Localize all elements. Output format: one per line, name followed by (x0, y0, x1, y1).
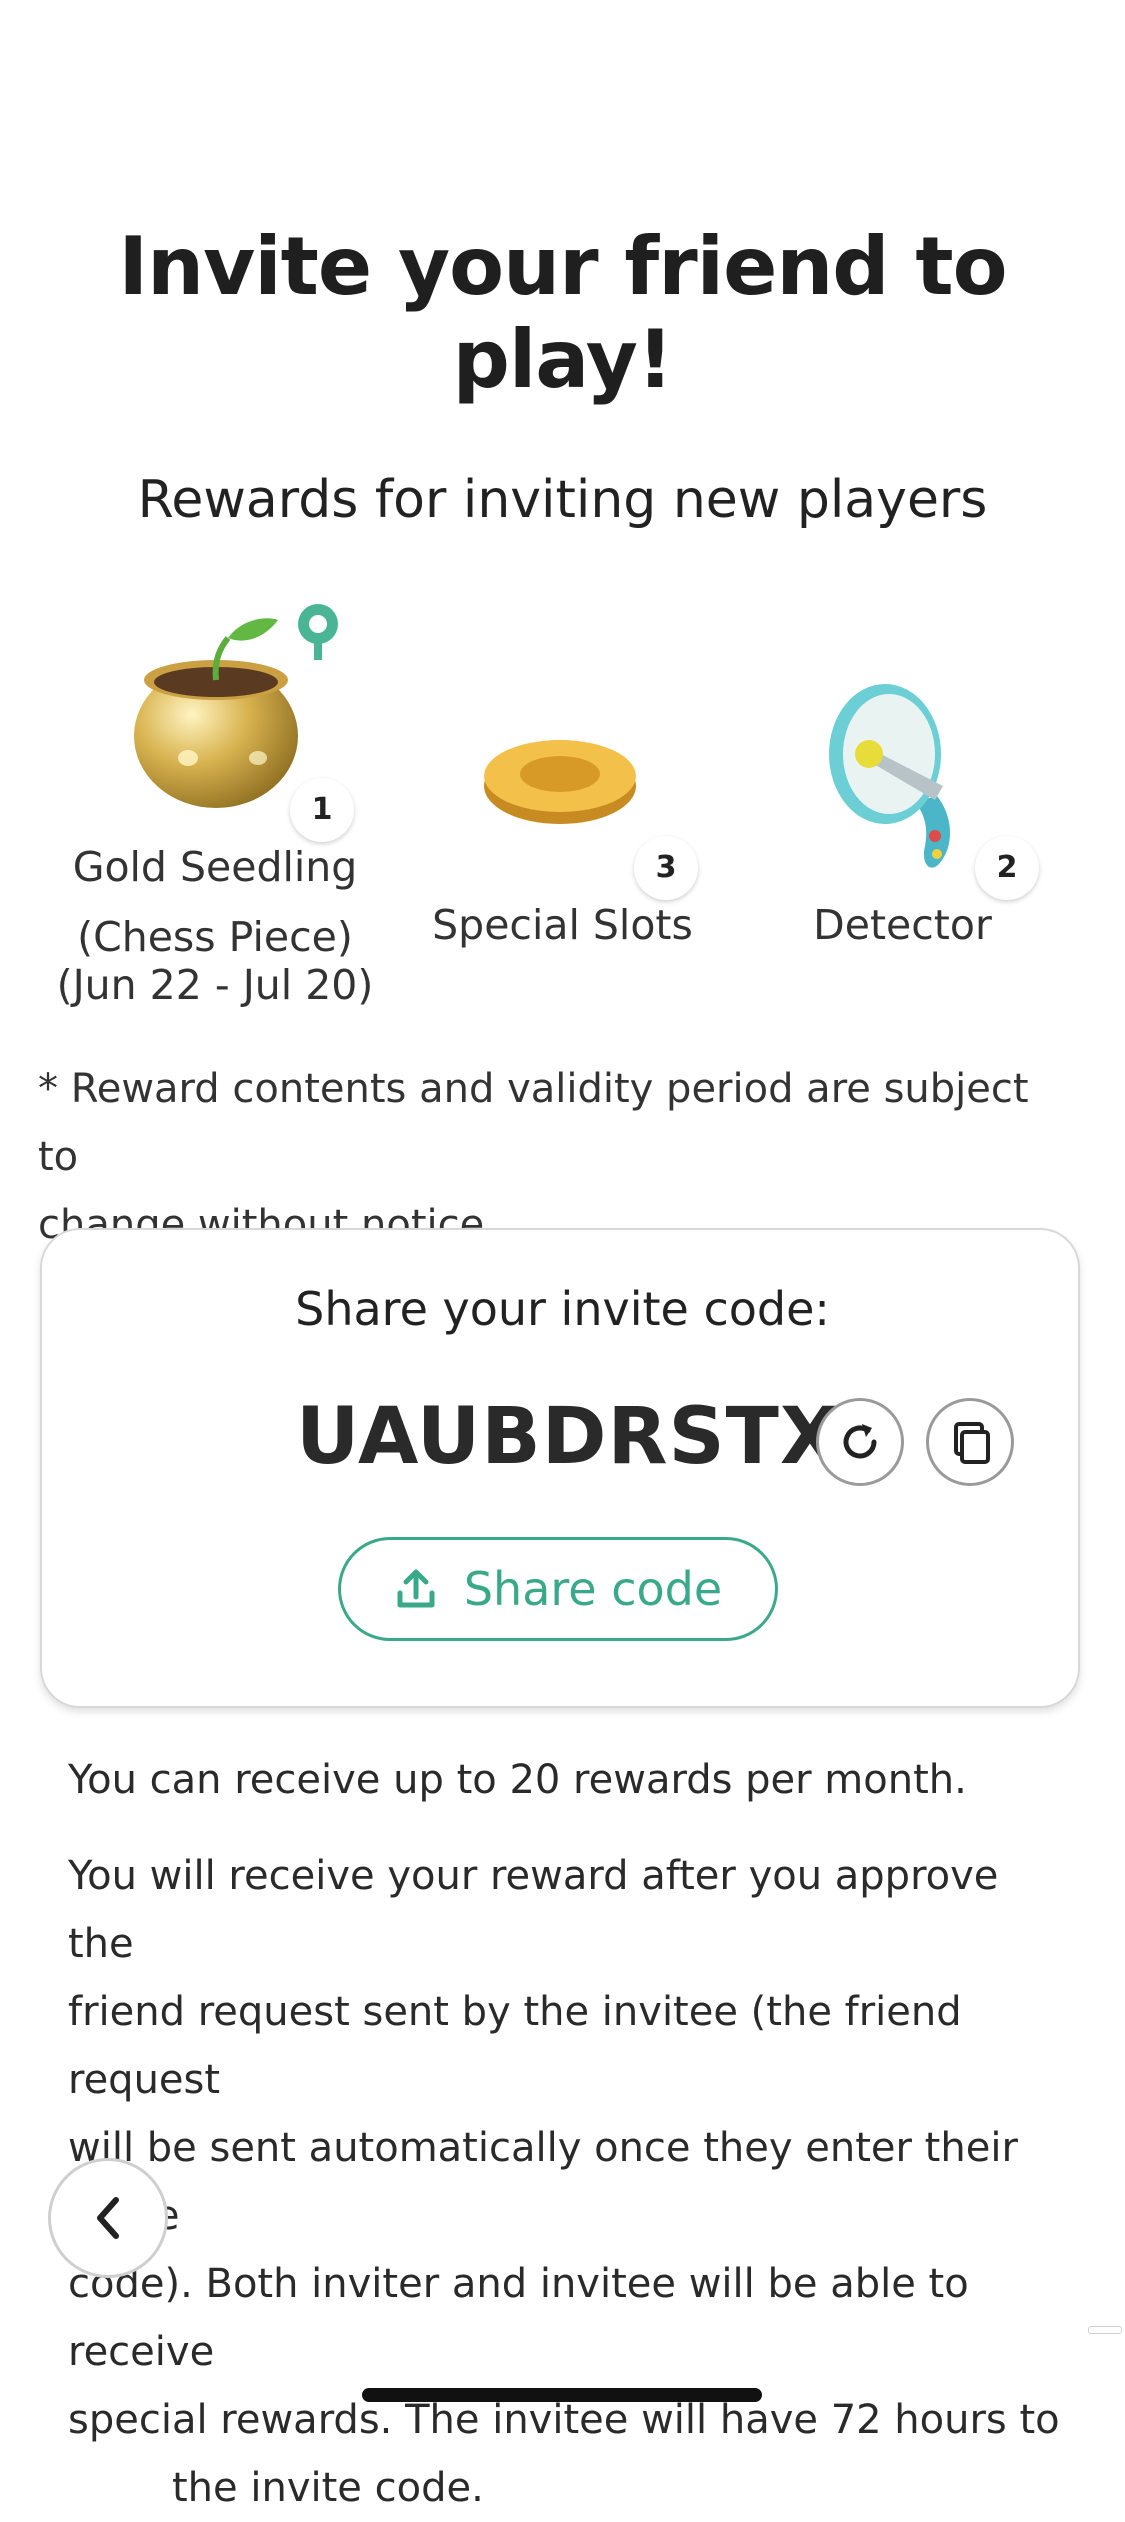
special-slots-ring-icon (484, 740, 636, 824)
reward-item-special-slots: 3 Special Slots (390, 600, 735, 960)
rewards-heading: Rewards for inviting new players (137, 470, 988, 530)
reward-item-gold-seedling: 1 Gold Seedling (Chess Piece) (Jun 22 - … (40, 600, 390, 1020)
reward-limit-text: You can receive up to 20 rewards per mon… (68, 1757, 967, 1803)
share-upload-icon (397, 1569, 435, 1608)
copy-code-button[interactable] (926, 1398, 1014, 1486)
reward-label: Special Slots (432, 901, 693, 949)
chevron-left-icon (97, 2197, 119, 2239)
scroll-indicator (1088, 2326, 1122, 2334)
invite-code-heading: Share your invite code: (295, 1282, 830, 1336)
reward-item-detector: 2 Detector (735, 600, 1085, 960)
refresh-code-button[interactable] (816, 1398, 904, 1486)
page-title: Invite your friend to play! (118, 220, 1007, 406)
reward-label: Gold Seedling (Chess Piece) (Jun 22 - Ju… (56, 843, 374, 1009)
refresh-icon (843, 1424, 877, 1459)
copy-icon (954, 1422, 990, 1464)
reward-label: Detector (813, 901, 992, 949)
share-code-label: Share code (463, 1562, 723, 1616)
detector-speaker-icon (829, 684, 951, 868)
invite-code: UAUBDRSTX (296, 1392, 842, 1482)
home-indicator[interactable] (362, 2388, 762, 2402)
share-code-button[interactable]: Share code (338, 1537, 778, 1641)
flower-icon (298, 604, 338, 660)
back-button[interactable] (48, 2158, 168, 2278)
reward-detail-text: You will receive your reward after you a… (68, 1853, 1060, 2511)
